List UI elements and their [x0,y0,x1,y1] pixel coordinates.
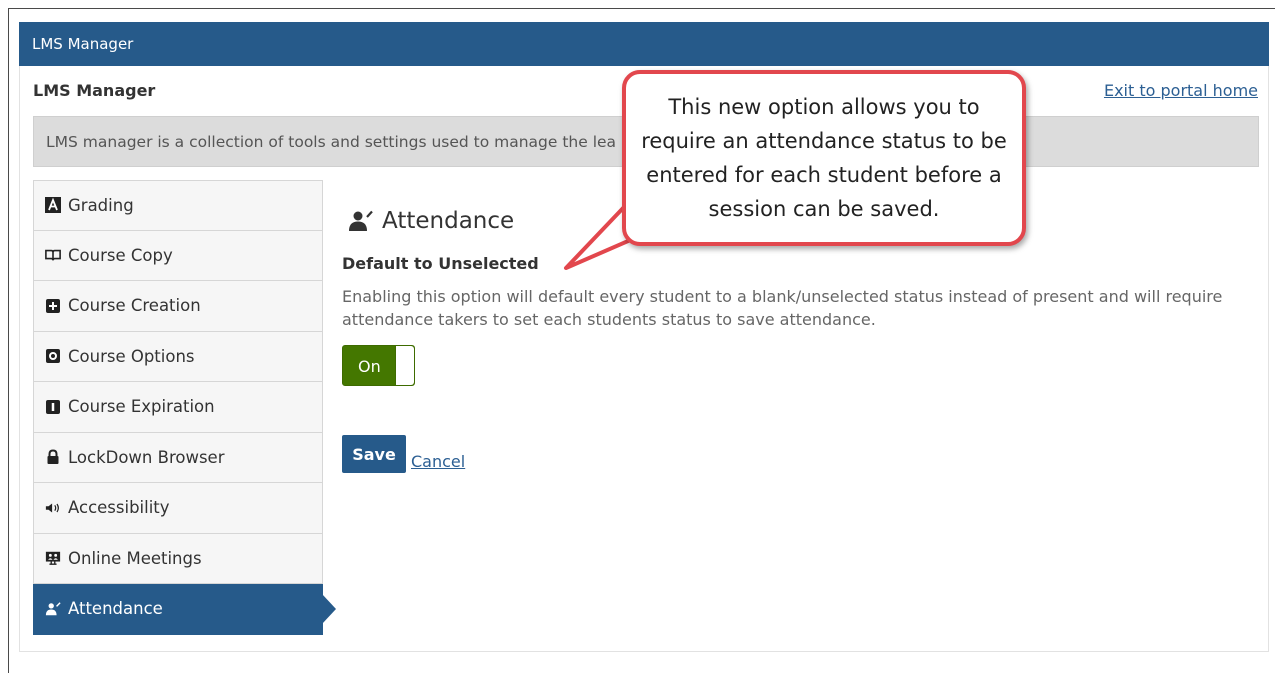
exit-portal-link[interactable]: Exit to portal home [1104,81,1258,100]
sidebar-item-label: Attendance [68,599,163,619]
sidebar-item-label: Online Meetings [68,548,202,568]
toggle-knob [395,346,414,385]
option-description: Enabling this option will default every … [342,287,1223,329]
sidebar-item-accessibility[interactable]: Accessibility [33,483,323,534]
sidebar-item-course-creation[interactable]: Course Creation [33,281,323,332]
speaker-icon [45,500,61,516]
cancel-link[interactable]: Cancel [411,452,465,471]
sidebar-item-course-expiration[interactable]: Course Expiration [33,382,323,433]
header-bar: LMS Manager [19,22,1269,66]
option-title: Default to Unselected [342,254,539,273]
description-text: LMS manager is a collection of tools and… [46,132,617,151]
callout-text: This new option allows you to require an… [641,95,1007,221]
meeting-icon [45,550,61,566]
sidebar-item-grading[interactable]: Grading [33,180,323,231]
course-creation-icon [45,298,61,314]
sidebar-item-label: Course Creation [68,296,201,316]
sidebar-item-course-copy[interactable]: Course Copy [33,230,323,281]
sidebar-item-label: Course Copy [68,245,173,265]
attendance-icon [348,210,374,232]
lock-icon [45,449,61,465]
sidebar-item-label: Grading [68,195,134,215]
header-title: LMS Manager [32,35,134,53]
section-title: Attendance [382,208,515,234]
callout-box: This new option allows you to require an… [622,70,1026,246]
course-options-icon [45,348,61,364]
toggle-label: On [358,357,381,376]
book-icon [45,247,61,263]
sidebar: Grading Course Copy Course Creation Cour… [33,180,336,635]
course-expiration-icon [45,399,61,415]
sidebar-item-label: Course Expiration [68,397,215,417]
section-heading: Attendance [348,208,514,234]
sidebar-item-attendance[interactable]: Attendance [33,584,336,635]
page-title: LMS Manager [33,81,156,100]
sidebar-item-online-meetings[interactable]: Online Meetings [33,533,323,584]
sidebar-item-lockdown-browser[interactable]: LockDown Browser [33,432,323,483]
grading-a-icon [45,197,61,214]
default-unselected-toggle[interactable]: On [342,345,415,386]
save-button[interactable]: Save [342,435,406,473]
sidebar-item-course-options[interactable]: Course Options [33,331,323,382]
sidebar-item-label: Course Options [68,346,195,366]
attendance-icon [45,601,61,617]
sidebar-item-label: LockDown Browser [68,447,225,467]
sidebar-item-label: Accessibility [68,498,170,518]
